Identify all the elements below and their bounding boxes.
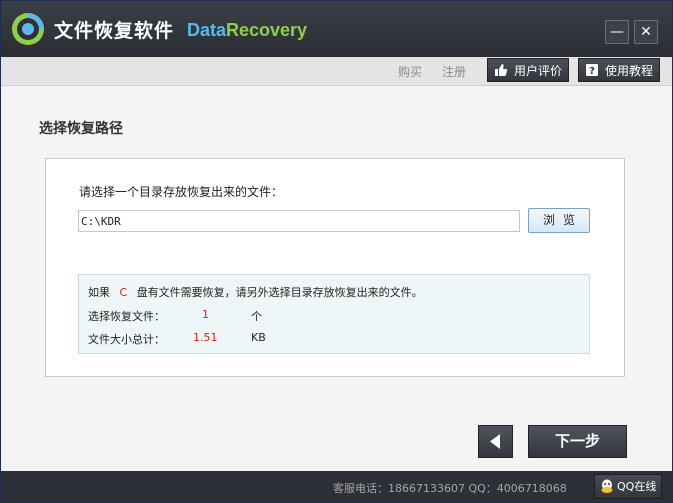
user-review-button[interactable]: 用户评价 [487,58,569,82]
brand-data: Data [187,20,227,40]
app-title: 文件恢复软件 [54,20,175,42]
user-review-label: 用户评价 [514,64,563,78]
size-value: 1.51 [193,331,218,344]
path-prompt: 请选择一个目录存放恢复出来的文件： [79,185,284,199]
svg-text:?: ? [589,66,595,77]
browse-button[interactable]: 浏览 [528,208,590,233]
info-prefix: 如果 [88,286,110,299]
qq-online-button[interactable]: QQ在线 [594,474,662,499]
thumbs-up-icon [495,64,508,76]
register-link[interactable]: 注册 [442,63,466,80]
qq-penguin-icon [601,479,613,493]
status-bar: 客服电话：18667133607 QQ：4006718068 QQ在线 [1,471,672,502]
info-suffix: 盘有文件需要恢复，请另外选择目录存放恢复出来的文件。 [136,286,423,299]
back-button[interactable] [478,425,513,458]
qq-online-label: QQ在线 [617,480,657,493]
info-box: 如果 C 盘有文件需要恢复，请另外选择目录存放恢复出来的文件。 选择恢复文件： … [78,274,590,354]
toolbar: 购买 注册 用户评价 ? 使用教程 [1,57,672,86]
size-unit: KB [251,331,266,344]
path-input[interactable] [78,210,520,232]
app-window: 文件恢复软件 DataRecovery — ✕ 购买 注册 用户评价 ? 使用教… [0,0,673,503]
buy-link[interactable]: 购买 [398,63,422,80]
size-label: 文件大小总计： [88,333,165,346]
files-unit: 个 [251,310,262,323]
tutorial-label: 使用教程 [605,64,654,78]
files-label: 选择恢复文件： [88,310,165,323]
recovery-path-panel: 请选择一个目录存放恢复出来的文件： 浏览 如果 C 盘有文件需要恢复，请另外选择… [45,158,625,377]
close-button[interactable]: ✕ [634,20,658,44]
minimize-button[interactable]: — [605,20,629,44]
drive-letter: C [119,286,128,299]
brand-recovery: Recovery [226,20,308,40]
files-count: 1 [202,308,209,321]
help-icon: ? [586,64,598,77]
section-title: 选择恢复路径 [39,121,123,137]
next-button[interactable]: 下一步 [528,425,627,458]
brand-name: DataRecovery [187,20,307,41]
info-line: 如果 C 盘有文件需要恢复，请另外选择目录存放恢复出来的文件。 [88,284,423,300]
app-logo-icon [12,13,44,45]
contact-info: 客服电话：18667133607 QQ：4006718068 [333,482,567,495]
tutorial-button[interactable]: ? 使用教程 [578,58,660,82]
back-arrow-icon [490,434,500,449]
title-bar[interactable]: 文件恢复软件 DataRecovery — ✕ [1,1,672,57]
